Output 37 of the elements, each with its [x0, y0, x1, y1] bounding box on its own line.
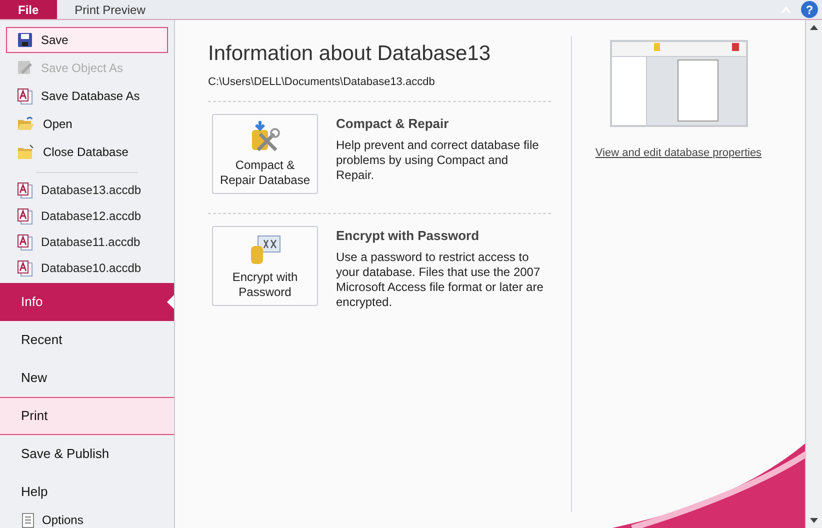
backstage-tab[interactable]: Help — [0, 473, 174, 511]
ribbon-tab[interactable]: Print Preview — [56, 0, 164, 19]
action-button[interactable]: Encrypt with Password — [212, 226, 318, 306]
access-file-icon — [17, 234, 33, 250]
properties-link[interactable]: View and edit database properties — [595, 145, 762, 162]
menu-command[interactable]: Open — [6, 111, 168, 137]
recent-file-item[interactable]: Database12.accdb — [6, 203, 168, 229]
backstage-tab[interactable]: Recent — [0, 321, 174, 359]
recent-file-item[interactable]: Database10.accdb — [6, 255, 168, 281]
folder-icon — [17, 144, 35, 160]
save-object-icon — [17, 60, 33, 76]
document-icon — [22, 512, 34, 528]
access-file-icon — [17, 182, 33, 198]
section-description: Use a password to restrict access to your database. Files that use the 2007 Microsoft Access file format or later are encrypted. — [336, 250, 544, 310]
backstage-tab[interactable]: New — [0, 359, 174, 397]
file-path: C:\Users\DELL\Documents\Database13.accdb — [208, 74, 436, 90]
vertical-scrollbar[interactable] — [805, 20, 822, 528]
open-folder-icon — [17, 116, 35, 132]
recent-file-item[interactable]: Database13.accdb — [6, 177, 168, 203]
section-heading: Compact & Repair — [336, 115, 450, 133]
section-heading: Encrypt with Password — [336, 227, 480, 245]
options-item[interactable]: Options — [0, 511, 174, 528]
page-title: Information about Database13 — [208, 41, 492, 67]
section-description: Help prevent and correct database file problems by using Compact and Repair. — [336, 138, 540, 182]
access-file-icon — [17, 260, 33, 276]
menu-command[interactable]: Save — [6, 27, 168, 53]
menu-command[interactable]: Save Database As — [6, 83, 168, 109]
access-file-icon — [17, 208, 33, 224]
help-icon[interactable]: ? — [801, 1, 818, 18]
menu-command[interactable]: Close Database — [6, 139, 168, 165]
access-file-icon — [17, 88, 33, 104]
backstage-tab[interactable]: Info — [0, 283, 174, 321]
recent-file-item[interactable]: Database11.accdb — [6, 229, 168, 255]
backstage-tab[interactable]: Save & Publish — [0, 435, 174, 473]
ribbon-tab[interactable]: File — [0, 0, 57, 19]
backstage-tab[interactable]: Print — [0, 397, 174, 435]
action-button[interactable]: Compact & Repair Database — [212, 114, 318, 194]
